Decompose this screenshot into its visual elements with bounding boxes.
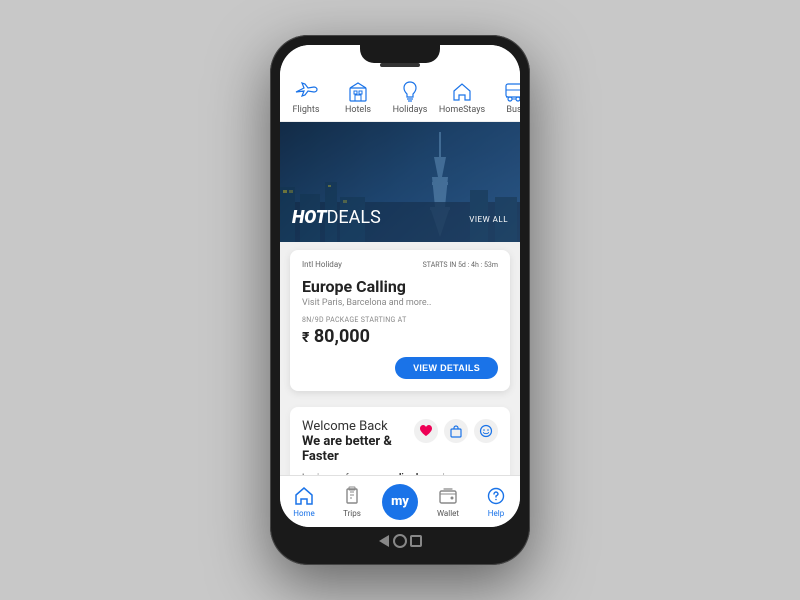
view-all-link[interactable]: VIEW ALL xyxy=(469,215,508,224)
nav-label-homestays: HomeStays xyxy=(439,105,485,115)
hot-deals-label: HOT DEALS xyxy=(292,207,381,228)
deal-tag: Intl Holiday xyxy=(302,260,342,269)
wallet-icon xyxy=(437,485,459,507)
home-bottom-icon xyxy=(293,485,315,507)
top-navigation: Flights Hotels xyxy=(280,73,520,122)
bottom-nav-wallet[interactable]: Wallet xyxy=(428,485,468,518)
deals-text: DEALS xyxy=(327,207,381,228)
bus-icon xyxy=(500,81,520,103)
bulb-icon xyxy=(396,81,424,103)
bottom-nav-help[interactable]: Help xyxy=(476,485,516,518)
deal-price: ₹ 80,000 xyxy=(302,326,498,347)
recents-icon xyxy=(410,535,422,547)
deal-card-header: Intl Holiday STARTS IN 5d : 4h : 53m xyxy=(302,260,498,269)
welcome-icons xyxy=(414,419,498,443)
welcome-header: Welcome Back We are better & Faster xyxy=(302,419,498,464)
welcome-text-block: Welcome Back We are better & Faster xyxy=(302,419,414,464)
deal-title: Europe Calling xyxy=(302,277,498,296)
welcome-subtitle: We are better & Faster xyxy=(302,434,414,464)
phone-speaker xyxy=(380,63,420,67)
my-icon: my xyxy=(382,484,418,520)
nav-label-flights: Flights xyxy=(293,105,320,115)
hotel-icon xyxy=(344,81,372,103)
nav-item-homestays[interactable]: HomeStays xyxy=(436,81,488,115)
system-nav-bar xyxy=(376,527,424,555)
wallet-bottom-label: Wallet xyxy=(437,509,459,518)
back-icon xyxy=(379,535,389,547)
bottom-nav-home[interactable]: Home xyxy=(284,485,324,518)
home-bottom-label: Home xyxy=(293,509,315,518)
bag-icon xyxy=(444,419,468,443)
hot-deals-banner: HOT DEALS VIEW ALL xyxy=(280,122,520,242)
nav-item-bus[interactable]: Bus xyxy=(488,81,520,115)
deal-subtitle: Visit Paris, Barcelona and more.. xyxy=(302,298,498,308)
welcome-section: Welcome Back We are better & Faster xyxy=(290,407,510,475)
app-content: Flights Hotels xyxy=(280,73,520,475)
hot-text: HOT xyxy=(292,207,327,228)
nav-item-hotels[interactable]: Hotels xyxy=(332,81,384,115)
nav-label-bus: Bus xyxy=(506,105,520,115)
trips-bottom-label: Trips xyxy=(343,509,361,518)
help-icon xyxy=(485,485,507,507)
price-value: 80,000 xyxy=(314,326,370,347)
nav-item-holidays[interactable]: Holidays xyxy=(384,81,436,115)
smiley-icon xyxy=(474,419,498,443)
recents-button[interactable] xyxy=(408,533,424,549)
phone-notch xyxy=(360,45,440,63)
deal-timer: STARTS IN 5d : 4h : 53m xyxy=(423,261,498,269)
view-details-button[interactable]: VIEW DETAILS xyxy=(395,357,498,379)
deal-footer: VIEW DETAILS xyxy=(302,357,498,379)
nav-label-holidays: Holidays xyxy=(393,105,428,115)
timer-value: 5d : 4h : 53m xyxy=(458,261,498,269)
home-icon xyxy=(448,81,476,103)
phone-screen: Flights Hotels xyxy=(280,45,520,527)
home-circle-icon xyxy=(393,534,407,548)
back-button[interactable] xyxy=(376,533,392,549)
bottom-navigation: Home Trips my xyxy=(280,475,520,527)
bottom-nav-trips[interactable]: Trips xyxy=(332,485,372,518)
nav-label-hotels: Hotels xyxy=(345,105,371,115)
home-button[interactable] xyxy=(392,533,408,549)
nav-item-flights[interactable]: Flights xyxy=(280,81,332,115)
trips-icon xyxy=(341,485,363,507)
plane-icon xyxy=(292,81,320,103)
timer-label: STARTS IN xyxy=(423,261,457,269)
heart-icon xyxy=(414,419,438,443)
help-bottom-label: Help xyxy=(488,509,504,518)
deal-package-label: 8N/9D PACKAGE STARTING AT xyxy=(302,316,498,324)
phone-frame: Flights Hotels xyxy=(270,35,530,565)
welcome-title: Welcome Back xyxy=(302,419,414,434)
deal-card: Intl Holiday STARTS IN 5d : 4h : 53m Eur… xyxy=(290,250,510,391)
price-currency: ₹ xyxy=(302,330,309,346)
bottom-nav-my[interactable]: my xyxy=(380,484,420,520)
